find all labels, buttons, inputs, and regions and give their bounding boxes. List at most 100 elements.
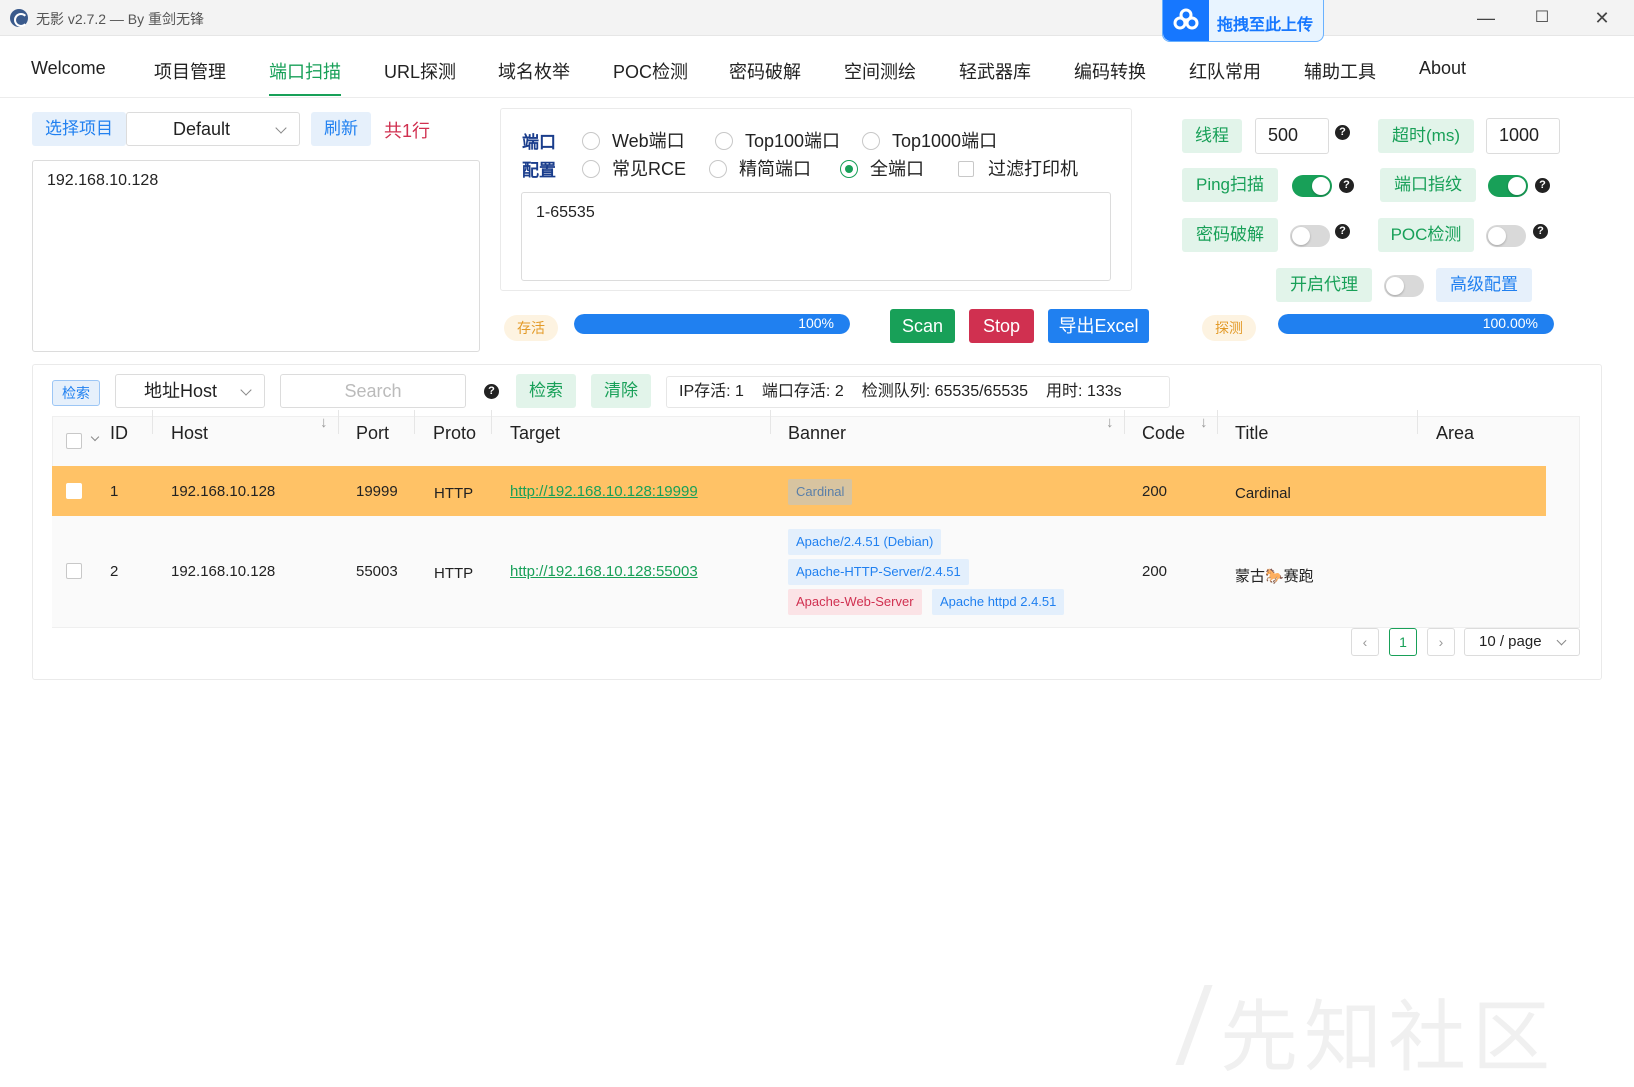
header-title[interactable]: Title — [1235, 423, 1268, 444]
poc-check-toggle[interactable] — [1486, 225, 1526, 247]
timeout-label: 超时(ms) — [1378, 119, 1474, 153]
search-input[interactable]: Search — [280, 374, 466, 408]
next-page-button[interactable]: › — [1427, 628, 1455, 656]
export-excel-button[interactable]: 导出Excel — [1048, 309, 1149, 343]
upload-label: 拖拽至此上传 — [1217, 17, 1314, 34]
search-field-value: 地址Host — [144, 381, 218, 401]
banner-tag: Apache/2.4.51 (Debian) — [788, 529, 942, 555]
alive-progress-text: 100% — [798, 315, 834, 331]
header-target[interactable]: Target — [510, 423, 560, 444]
table-row[interactable]: 1 192.168.10.128 19999 HTTP http://192.1… — [52, 466, 1546, 516]
enable-proxy-toggle[interactable] — [1384, 275, 1424, 297]
search-field-select[interactable]: 地址Host — [115, 374, 265, 408]
stop-button[interactable]: Stop — [969, 309, 1034, 343]
advanced-config-button[interactable]: 高级配置 — [1436, 268, 1532, 302]
tab-encoding[interactable]: 编码转换 — [1074, 58, 1146, 94]
sort-arrow-icon[interactable]: ↓ — [1200, 414, 1208, 431]
search-button[interactable]: 检索 — [516, 374, 576, 408]
tab-url-probe[interactable]: URL探测 — [384, 58, 456, 94]
header-code[interactable]: Code — [1142, 423, 1185, 444]
maximize-button[interactable]: ☐ — [1530, 6, 1554, 30]
tab-password-crack[interactable]: 密码破解 — [729, 58, 801, 94]
radio-all-ports[interactable]: 全端口 — [840, 155, 924, 181]
sort-arrow-icon[interactable]: ↓ — [1106, 414, 1114, 431]
port-config-label-1: 端口 — [522, 133, 556, 152]
tab-space-mapping[interactable]: 空间测绘 — [844, 58, 916, 94]
cell-target-link[interactable]: http://192.168.10.128:19999 — [510, 483, 698, 500]
window-title: 无影 v2.7.2 — By 重剑无锋 — [36, 11, 205, 27]
chevron-down-icon — [240, 384, 252, 396]
row-checkbox[interactable] — [66, 483, 82, 499]
page-size-value: 10 / page — [1479, 633, 1542, 650]
scan-button[interactable]: Scan — [890, 309, 955, 343]
tab-poc-check[interactable]: POC检测 — [613, 58, 688, 94]
chevron-down-icon — [275, 122, 287, 134]
help-icon[interactable]: ? — [1335, 125, 1350, 140]
help-icon[interactable]: ? — [484, 384, 499, 399]
targets-textarea[interactable]: 192.168.10.128 — [32, 160, 480, 352]
header-area[interactable]: Area — [1436, 423, 1474, 444]
timeout-input[interactable]: 1000 — [1486, 118, 1560, 154]
header-proto[interactable]: Proto — [433, 423, 476, 444]
row-checkbox[interactable] — [66, 563, 82, 579]
radio-lite-ports[interactable]: 精简端口 — [709, 155, 811, 181]
port-fingerprint-label: 端口指纹 — [1380, 168, 1476, 202]
tab-light-arsenal[interactable]: 轻武器库 — [959, 58, 1031, 94]
minimize-button[interactable]: — — [1474, 6, 1498, 30]
filter-printer-checkbox[interactable]: 过滤打印机 — [958, 155, 1078, 181]
upload-drop-button[interactable]: 拖拽至此上传 — [1162, 0, 1324, 42]
help-icon[interactable]: ? — [1335, 224, 1350, 239]
cell-target-link[interactable]: http://192.168.10.128:55003 — [510, 563, 698, 580]
prev-page-button[interactable]: ‹ — [1351, 628, 1379, 656]
header-id[interactable]: ID — [110, 423, 128, 444]
help-icon[interactable]: ? — [1535, 178, 1550, 193]
tab-about[interactable]: About — [1419, 58, 1466, 89]
page-1-button[interactable]: 1 — [1389, 628, 1417, 656]
ping-scan-toggle[interactable] — [1292, 175, 1332, 197]
tab-red-team[interactable]: 红队常用 — [1189, 58, 1261, 94]
column-divider — [1417, 410, 1418, 434]
ping-scan-label: Ping扫描 — [1182, 168, 1278, 202]
search-tag: 检索 — [52, 380, 100, 406]
project-select[interactable]: Default — [126, 112, 300, 146]
detect-pill: 探测 — [1202, 315, 1256, 341]
password-crack-toggle[interactable] — [1290, 225, 1330, 247]
radio-label: 精简端口 — [739, 159, 811, 179]
cell-id: 2 — [110, 563, 119, 580]
close-button[interactable]: ✕ — [1590, 6, 1614, 30]
header-port[interactable]: Port — [356, 423, 389, 444]
cell-code: 200 — [1142, 563, 1168, 580]
threads-input[interactable]: 500 — [1255, 118, 1329, 154]
column-divider — [1124, 410, 1125, 434]
tab-tools[interactable]: 辅助工具 — [1304, 58, 1376, 94]
tab-domain-enum[interactable]: 域名枚举 — [498, 58, 570, 94]
refresh-button[interactable]: 刷新 — [311, 112, 371, 146]
radio-label: 全端口 — [870, 159, 924, 179]
tab-port-scan[interactable]: 端口扫描 — [269, 58, 341, 96]
cell-host: 192.168.10.128 — [171, 563, 276, 580]
help-icon[interactable]: ? — [1533, 224, 1548, 239]
page-size-select[interactable]: 10 / page — [1464, 628, 1580, 656]
clear-button[interactable]: 清除 — [591, 374, 651, 408]
radio-common-rce[interactable]: 常见RCE — [582, 155, 686, 181]
app-logo-icon — [10, 9, 28, 27]
tab-welcome[interactable]: Welcome — [31, 58, 106, 89]
row-count: 共1行 — [384, 121, 431, 141]
radio-top100[interactable]: Top100端口 — [715, 127, 840, 153]
radio-top1000[interactable]: Top1000端口 — [862, 127, 997, 153]
radio-circle-icon — [862, 132, 880, 150]
table-row[interactable]: 2 192.168.10.128 55003 HTTP http://192.1… — [52, 516, 1546, 627]
header-banner[interactable]: Banner — [788, 423, 846, 444]
cell-proto: HTTP — [434, 565, 474, 582]
tab-project-manage[interactable]: 项目管理 — [154, 58, 226, 94]
help-icon[interactable]: ? — [1339, 178, 1354, 193]
port-range-textarea[interactable]: 1-65535 — [521, 192, 1111, 281]
watermark-text: 先知社区 — [1220, 993, 1557, 1081]
header-host[interactable]: Host — [171, 423, 208, 444]
banner-tag: Cardinal — [788, 479, 853, 505]
select-all-checkbox[interactable] — [66, 433, 82, 449]
radio-web-ports[interactable]: Web端口 — [582, 127, 685, 153]
port-fingerprint-toggle[interactable] — [1488, 175, 1528, 197]
sort-arrow-icon[interactable]: ↓ — [320, 414, 328, 431]
stat-queue: 检测队列: 65535/65535 — [861, 383, 1029, 400]
